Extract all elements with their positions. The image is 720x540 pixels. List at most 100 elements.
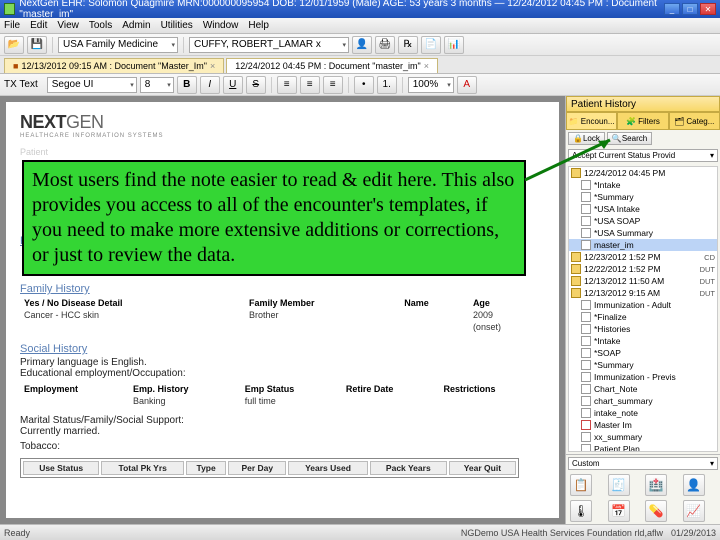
panel-tab-encounters[interactable]: 📁Encoun... — [566, 112, 617, 130]
bullets-button[interactable]: • — [354, 76, 374, 94]
italic-button[interactable]: I — [200, 76, 220, 94]
fontsize-combo[interactable]: 8 — [140, 77, 174, 93]
fh-table: Yes / No Disease DetailFamily MemberName… — [20, 297, 545, 333]
history-subitem[interactable]: Immunization - Previs — [569, 371, 717, 383]
history-subitem[interactable]: Chart_Note — [569, 383, 717, 395]
doc-tab-1[interactable]: ■12/13/2012 09:15 AM : Document "Master_… — [4, 58, 224, 73]
menu-view[interactable]: View — [57, 20, 79, 31]
tool-open-icon[interactable]: 📂 — [4, 36, 24, 54]
panel-shortcut-icon[interactable]: 🌡 — [570, 500, 592, 522]
font-combo[interactable]: Segoe UI — [47, 77, 137, 93]
tool-user-icon[interactable]: 👤 — [352, 36, 372, 54]
underline-button[interactable]: U — [223, 76, 243, 94]
sh-lang: Primary language is English. — [20, 357, 545, 368]
bold-button[interactable]: B — [177, 76, 197, 94]
minimize-button[interactable]: _ — [664, 3, 680, 15]
logo: NEXTGEN — [20, 112, 545, 133]
doc-tab-2[interactable]: 12/24/2012 04:45 PM : Document "master_i… — [226, 58, 438, 73]
history-subitem[interactable]: *Finalize — [569, 311, 717, 323]
menu-window[interactable]: Window — [203, 20, 239, 31]
panel-tab-categories[interactable]: 🗂Categ... — [669, 112, 720, 130]
history-subitem[interactable]: *USA Summary — [569, 227, 717, 239]
history-subitem[interactable]: *SOAP — [569, 347, 717, 359]
menu-file[interactable]: File — [4, 20, 20, 31]
tool-print-icon[interactable]: 🖨 — [375, 36, 395, 54]
menu-admin[interactable]: Admin — [122, 20, 150, 31]
patient-history-panel: Patient History 📁Encoun... 🧩Filters 🗂Cat… — [565, 96, 720, 524]
close-icon[interactable]: × — [210, 61, 215, 71]
sh-emp-label: Educational employment/Occupation: — [20, 368, 545, 379]
search-button[interactable]: 🔍Search — [607, 132, 652, 145]
panel-shortcut-icon[interactable]: 💊 — [645, 500, 667, 522]
panel-shortcut-icon[interactable]: 🧾 — [608, 474, 630, 496]
filter-dropdown[interactable]: Accept Current Status Provid▾ — [568, 149, 718, 162]
panel-shortcut-icon[interactable]: 📅 — [608, 500, 630, 522]
history-subitem[interactable]: *Intake — [569, 179, 717, 191]
history-subitem[interactable]: Immunization - Adult — [569, 299, 717, 311]
menu-utilities[interactable]: Utilities — [161, 20, 193, 31]
history-subitem[interactable]: xx_summary — [569, 431, 717, 443]
tool-save-icon[interactable]: 💾 — [27, 36, 47, 54]
instruction-callout: Most users find the note easier to read … — [22, 160, 526, 276]
align-center-button[interactable]: ≡ — [300, 76, 320, 94]
history-subitem[interactable]: chart_summary — [569, 395, 717, 407]
panel-title: Patient History — [566, 96, 720, 112]
align-right-button[interactable]: ≡ — [323, 76, 343, 94]
panel-shortcut-icon[interactable]: 👤 — [683, 474, 705, 496]
history-subitem[interactable]: intake_note — [569, 407, 717, 419]
close-icon[interactable]: × — [424, 61, 429, 71]
marital-value: Currently married. — [20, 426, 545, 437]
history-item[interactable]: 12/13/2012 11:50 AMDUT — [569, 275, 717, 287]
history-item[interactable]: 12/22/2012 1:52 PMDUT — [569, 263, 717, 275]
history-item[interactable]: 12/24/2012 04:45 PM — [569, 167, 717, 179]
panel-shortcut-icon[interactable]: 📋 — [570, 474, 592, 496]
strike-button[interactable]: S — [246, 76, 266, 94]
fontcolor-button[interactable]: A — [457, 76, 477, 94]
history-subitem[interactable]: Patient Plan — [569, 443, 717, 452]
format-mode-label: TX Text — [4, 79, 38, 90]
history-subitem[interactable]: *Histories — [569, 323, 717, 335]
history-subitem[interactable]: *Summary — [569, 191, 717, 203]
panel-tab-filters[interactable]: 🧩Filters — [617, 112, 668, 130]
close-button[interactable]: ✕ — [700, 3, 716, 15]
history-subitem[interactable]: *Summary — [569, 359, 717, 371]
status-left: Ready — [4, 528, 30, 538]
document-tabs: ■12/13/2012 09:15 AM : Document "Master_… — [0, 56, 720, 74]
history-item[interactable]: 12/13/2012 9:15 AMDUT — [569, 287, 717, 299]
custom-dropdown[interactable]: Custom▾ — [568, 457, 718, 470]
menu-help[interactable]: Help — [248, 20, 269, 31]
zoom-combo[interactable]: 100% — [408, 77, 454, 93]
emp-table: EmploymentEmp. HistoryEmp StatusRetire D… — [20, 383, 545, 407]
main-toolbar: 📂 💾 USA Family Medicine CUFFY, ROBERT_LA… — [0, 34, 720, 56]
history-subitem[interactable]: master_im — [569, 239, 717, 251]
panel-shortcut-icon[interactable]: 📈 — [683, 500, 705, 522]
panel-shortcut-icon[interactable]: 🏥 — [645, 474, 667, 496]
history-subitem[interactable]: *USA Intake — [569, 203, 717, 215]
status-date: 01/29/2013 — [671, 528, 716, 538]
use-stats-table: Use StatusTotal Pk YrsTypePer DayYears U… — [20, 458, 519, 478]
status-bar: Ready NGDemo USA Health Services Foundat… — [0, 524, 720, 540]
maximize-button[interactable]: □ — [682, 3, 698, 15]
marital-label: Marital Status/Family/Social Support: — [20, 415, 545, 426]
logo-subtitle: HEALTHCARE INFORMATION SYSTEMS — [20, 133, 545, 139]
menu-edit[interactable]: Edit — [30, 20, 47, 31]
tool-rx-icon[interactable]: ℞ — [398, 36, 418, 54]
menu-tools[interactable]: Tools — [89, 20, 112, 31]
history-subitem[interactable]: Master Im — [569, 419, 717, 431]
numbers-button[interactable]: 1. — [377, 76, 397, 94]
history-item[interactable]: 12/23/2012 1:52 PMCD — [569, 251, 717, 263]
history-subitem[interactable]: *USA SOAP — [569, 215, 717, 227]
menu-bar: File Edit View Tools Admin Utilities Win… — [0, 18, 720, 34]
patient-combo[interactable]: CUFFY, ROBERT_LAMAR x — [189, 37, 349, 53]
history-tree[interactable]: 12/24/2012 04:45 PM*Intake*Summary*USA I… — [568, 166, 718, 452]
tool-doc-icon[interactable]: 📄 — [421, 36, 441, 54]
tool-chart-icon[interactable]: 📊 — [444, 36, 464, 54]
lock-button[interactable]: 🔒Lock — [568, 132, 605, 145]
window-title: NextGen EHR: Solomon Quagmire MRN:000000… — [19, 0, 664, 20]
align-left-button[interactable]: ≡ — [277, 76, 297, 94]
tobacco-label: Tobacco: — [20, 441, 545, 452]
practice-combo[interactable]: USA Family Medicine — [58, 37, 178, 53]
history-subitem[interactable]: *Intake — [569, 335, 717, 347]
window-titlebar: NextGen EHR: Solomon Quagmire MRN:000000… — [0, 0, 720, 18]
format-toolbar: TX Text Segoe UI 8 B I U S ≡ ≡ ≡ • 1. 10… — [0, 74, 720, 96]
